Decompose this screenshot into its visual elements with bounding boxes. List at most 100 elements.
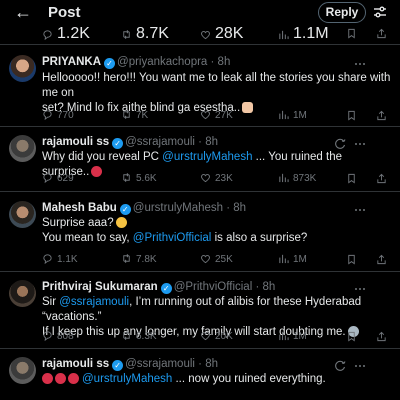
reply-count: 629 xyxy=(57,173,74,184)
views-count: 1M xyxy=(293,331,307,342)
like-count: 28K xyxy=(215,25,244,42)
views-stat[interactable]: 873K xyxy=(278,172,316,186)
bookmark-icon[interactable] xyxy=(346,110,357,121)
repost-count: 6.3K xyxy=(136,331,157,342)
views-stat[interactable]: 1M xyxy=(278,330,307,344)
avatar[interactable] xyxy=(9,201,36,228)
avatar[interactable] xyxy=(9,280,36,307)
avatar[interactable] xyxy=(9,357,36,384)
reply-stat[interactable]: 808 xyxy=(42,330,74,344)
share-icon[interactable] xyxy=(376,110,387,121)
like-icon xyxy=(201,31,210,40)
repost-icon xyxy=(123,173,130,182)
reply-stat[interactable]: 629 xyxy=(42,172,74,186)
like-stat[interactable]: 28K xyxy=(200,25,244,42)
tweet-time: · 8h xyxy=(255,281,276,293)
repost-stat[interactable]: 7.8K xyxy=(121,253,157,267)
more-icon[interactable] xyxy=(354,138,366,150)
tweet-time: · 8h xyxy=(198,136,218,148)
author-handle[interactable]: @priyankachopra xyxy=(117,56,207,68)
views-icon xyxy=(279,173,289,183)
divider xyxy=(0,126,400,127)
repost-stat[interactable]: 8.7K xyxy=(121,25,169,42)
bookmark-icon[interactable] xyxy=(346,254,357,265)
views-stat[interactable]: 1M xyxy=(278,253,307,267)
tweet-author-line: PRIYANKA ✓ @priyankachopra · 8h xyxy=(42,56,230,69)
repost-count: 7.8K xyxy=(136,254,157,265)
divider xyxy=(0,44,400,45)
author-handle[interactable]: @ssrajamouli xyxy=(125,136,195,148)
repost-stat[interactable]: 5.6K xyxy=(121,172,157,186)
repost-count: 5.6K xyxy=(136,173,157,184)
reply-icon xyxy=(43,173,52,184)
share-icon[interactable] xyxy=(376,254,387,265)
grok-icon[interactable] xyxy=(334,360,346,372)
divider xyxy=(0,191,400,192)
views-count: 1M xyxy=(293,110,307,121)
mention-link[interactable]: @urstrulyMahesh xyxy=(82,373,172,385)
author-name[interactable]: rajamouli ss xyxy=(42,136,109,148)
views-stat[interactable]: 1.1M xyxy=(278,26,329,42)
tweet-stats: 629 5.6K 23K 873K xyxy=(0,172,400,186)
like-count: 25K xyxy=(215,254,233,265)
like-stat[interactable]: 23K xyxy=(200,172,233,186)
views-count: 1M xyxy=(293,254,307,265)
share-icon[interactable] xyxy=(376,173,387,184)
reply-stat[interactable]: 1.2K xyxy=(42,25,90,42)
author-handle[interactable]: @PrithviOfficial xyxy=(174,281,253,293)
parent-post-stats: 1.2K 8.7K 28K 1.1M xyxy=(0,25,400,42)
mention-link[interactable]: @PrithviOfficial xyxy=(133,232,212,244)
author-handle[interactable]: @ssrajamouli xyxy=(125,358,195,370)
tweet-author-line: Mahesh Babu ✓ @urstrulyMahesh · 8h xyxy=(42,202,246,215)
more-icon[interactable] xyxy=(354,283,366,295)
more-icon[interactable] xyxy=(354,360,366,372)
repost-stat[interactable]: 6.3K xyxy=(121,330,157,344)
reply-count: 808 xyxy=(57,331,74,342)
reply-stat[interactable]: 770 xyxy=(42,109,74,123)
avatar[interactable] xyxy=(9,55,36,82)
sliders-icon[interactable] xyxy=(372,4,388,20)
verified-icon: ✓ xyxy=(112,360,124,371)
mention-link[interactable]: @ssrajamouli xyxy=(59,296,129,308)
bookmark-icon[interactable] xyxy=(346,173,357,184)
like-stat[interactable]: 25K xyxy=(200,253,233,267)
views-count: 873K xyxy=(293,173,317,184)
repost-count: 7K xyxy=(136,110,149,121)
divider xyxy=(0,348,400,349)
mention-link[interactable]: @urstrulyMahesh xyxy=(162,151,252,163)
author-name[interactable]: Prithviraj Sukumaran xyxy=(42,281,158,293)
author-name[interactable]: Mahesh Babu xyxy=(42,202,117,214)
like-stat[interactable]: 27K xyxy=(200,109,233,123)
like-icon xyxy=(201,255,210,264)
reply-stat[interactable]: 1.1K xyxy=(42,253,78,267)
repost-stat[interactable]: 7K xyxy=(121,109,148,123)
tweet-text-span: is also a surprise? xyxy=(211,232,308,244)
views-stat[interactable]: 1M xyxy=(278,109,307,123)
repost-count: 8.7K xyxy=(136,25,169,42)
tweet-stats: 808 6.3K 20K 1M xyxy=(0,330,400,344)
reply-count: 1.2K xyxy=(57,25,90,42)
avatar[interactable] xyxy=(9,135,36,162)
share-icon[interactable] xyxy=(376,331,387,342)
bookmark-icon[interactable] xyxy=(346,331,357,342)
back-arrow-icon[interactable]: ← xyxy=(14,2,32,22)
author-handle[interactable]: @urstrulyMahesh xyxy=(133,202,223,214)
author-name[interactable]: PRIYANKA xyxy=(42,56,101,68)
views-icon xyxy=(279,30,289,40)
repost-icon xyxy=(123,30,130,39)
tweet-text-span: You mean to say, xyxy=(42,232,133,244)
like-stat[interactable]: 20K xyxy=(200,330,233,344)
verified-icon: ✓ xyxy=(119,204,131,215)
grimace-emoji-icon xyxy=(115,217,127,228)
like-icon xyxy=(201,174,210,183)
more-icon[interactable] xyxy=(354,204,366,216)
share-icon[interactable] xyxy=(376,28,387,39)
grok-icon[interactable] xyxy=(334,138,346,150)
reply-icon xyxy=(43,30,52,41)
tweet-text-span: ... now you ruined everything. xyxy=(172,373,326,385)
more-icon[interactable] xyxy=(354,58,366,70)
reply-button[interactable]: Reply xyxy=(318,2,366,23)
tweet-text: Surprise aaa? You mean to say, @PrithviO… xyxy=(42,216,392,246)
bookmark-icon[interactable] xyxy=(346,28,357,39)
author-name[interactable]: rajamouli ss xyxy=(42,358,109,370)
